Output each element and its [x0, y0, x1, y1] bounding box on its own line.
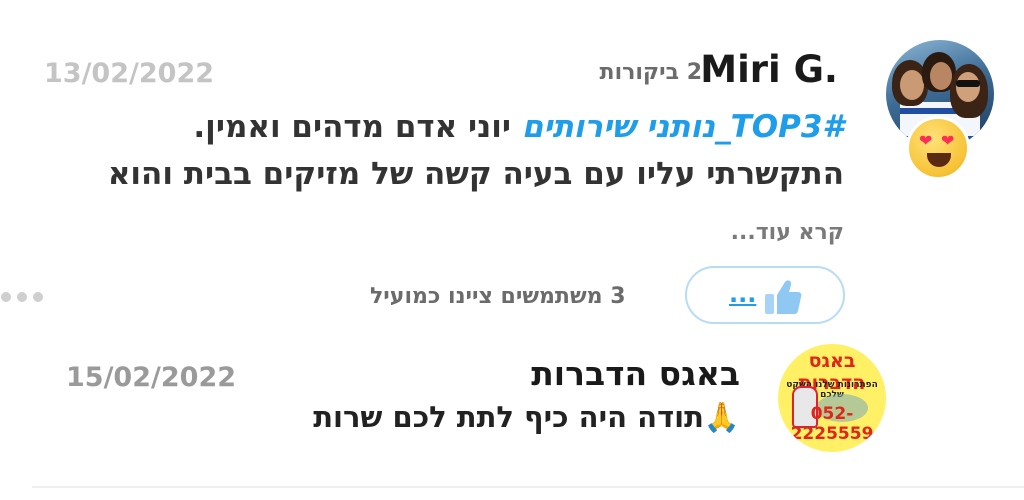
reply-date: 15/02/2022	[66, 362, 237, 393]
read-more-link[interactable]: קרא עוד...	[731, 220, 844, 245]
business-logo[interactable]: באגס הדברות הפתרונות שלנו השקט שלכם 052-…	[778, 344, 886, 452]
helpful-count: 3 משתמשים ציינו כמועיל	[370, 284, 626, 309]
more-options-icon[interactable]	[0, 287, 48, 307]
reviews-count[interactable]: 2 ביקורות	[600, 60, 702, 85]
like-button[interactable]: ...	[685, 266, 845, 324]
thumbs-up-icon	[765, 280, 802, 314]
review-date: 13/02/2022	[44, 58, 215, 89]
business-name[interactable]: באגס הדברות	[531, 354, 740, 393]
praying-hands-emoji-icon: 🙏	[703, 400, 740, 434]
reply-text: תודה היה כיף לתת לכם שרות🙏	[313, 400, 740, 434]
review-line2: התקשרתי עליו עם בעיה קשה של מזיקים בבית …	[107, 156, 844, 192]
heart-eyes-emoji-icon: ❤ ❤	[906, 116, 970, 180]
like-button-label: ...	[729, 280, 757, 308]
divider	[32, 486, 1024, 488]
review-text: #TOP3_נותני שירותים יוני אדם מדהים ואמין…	[64, 104, 844, 198]
reviewer-name[interactable]: Miri G.	[700, 48, 838, 91]
hashtag-link[interactable]: #TOP3_נותני שירותים	[522, 109, 844, 145]
review-line1: יוני אדם מדהים ואמין.	[193, 109, 511, 145]
